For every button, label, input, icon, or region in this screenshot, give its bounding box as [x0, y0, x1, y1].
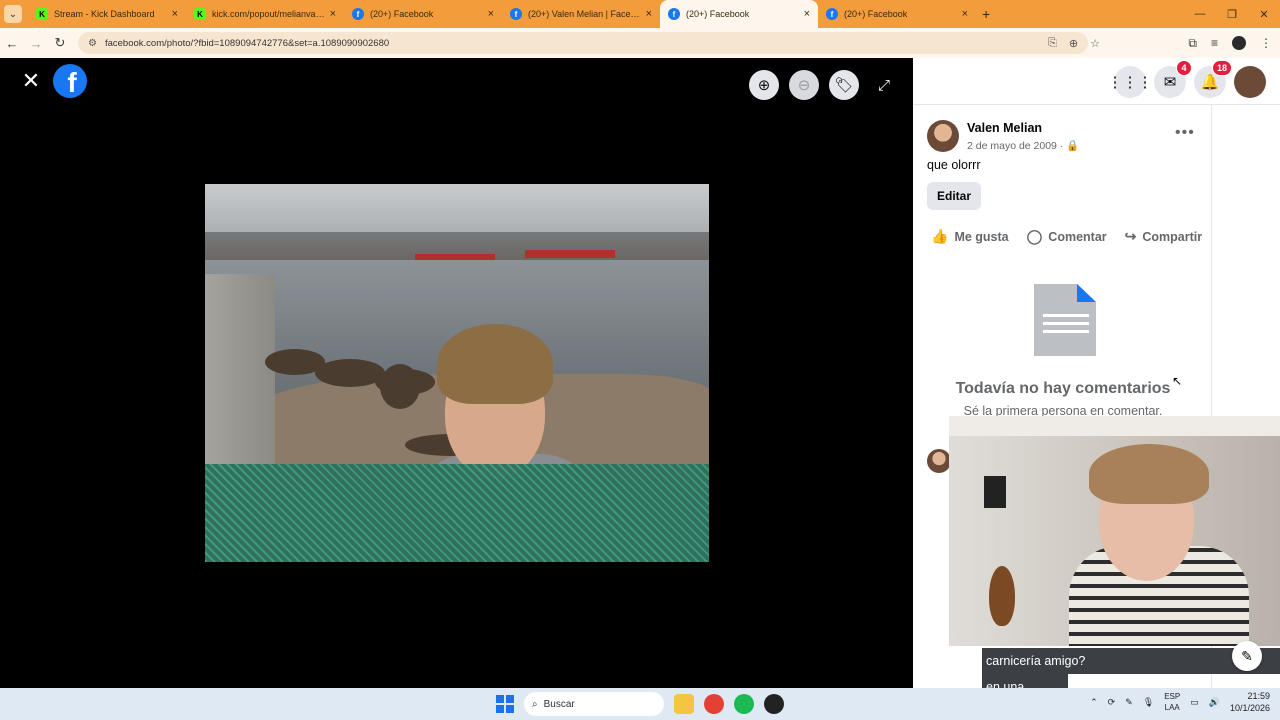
back-icon[interactable]: ←: [0, 36, 24, 51]
browser-tab[interactable]: K kick.com/popout/melianvalen/ ×: [186, 0, 344, 28]
browser-tab[interactable]: f (20+) Valen Melian | Facebook ×: [502, 0, 660, 28]
volume-icon[interactable]: 🔊: [1209, 697, 1220, 708]
tab-close-icon[interactable]: ×: [330, 8, 336, 20]
obs-icon[interactable]: [764, 694, 784, 714]
window-close-icon[interactable]: ✕: [1248, 8, 1280, 21]
like-button[interactable]: 👍 Me gusta: [931, 228, 1009, 245]
new-message-icon[interactable]: ✎: [1232, 641, 1262, 671]
extensions-icon[interactable]: ⧉: [1188, 36, 1197, 51]
tab-close-icon[interactable]: ×: [488, 8, 494, 20]
fullscreen-icon[interactable]: ⤢: [869, 70, 899, 100]
sync-icon[interactable]: ⟳: [1108, 697, 1116, 708]
menu-icon[interactable]: ⋮: [1260, 36, 1272, 50]
tab-title: (20+) Valen Melian | Facebook: [528, 9, 642, 19]
lock-icon: 🔒: [1066, 139, 1080, 152]
reload-icon[interactable]: ↻: [48, 35, 72, 51]
url-text: facebook.com/photo/?fbid=1089094742776&s…: [104, 37, 390, 49]
no-comments-title: Todavía no hay comentarios: [955, 380, 1171, 397]
post-actions: 👍 Me gusta ◯ Comentar ↪ Compartir: [931, 228, 1202, 245]
file-explorer-icon[interactable]: [674, 694, 694, 714]
language-indicator[interactable]: ESP LAA: [1164, 691, 1180, 713]
chevron-up-icon[interactable]: ⌃: [1090, 697, 1098, 708]
close-icon[interactable]: ✕: [20, 70, 42, 92]
post-caption: que olorrr: [927, 158, 981, 172]
browser-tab[interactable]: f (20+) Facebook ×: [344, 0, 502, 28]
taskbar: ⌕ Buscar ⌃ ⟳ ✎ 🎙 ESP LAA ▭ 🔊 21:59 10/1/…: [0, 688, 1280, 720]
url-input[interactable]: ⚙ facebook.com/photo/?fbid=1089094742776…: [78, 32, 1088, 54]
author-name[interactable]: Valen Melian: [967, 121, 1079, 135]
browser-tab[interactable]: K Stream - Kick Dashboard ×: [28, 0, 186, 28]
facebook-icon: f: [826, 8, 838, 20]
facebook-icon: f: [510, 8, 522, 20]
notifications-icon[interactable]: 🔔 18: [1194, 60, 1232, 98]
comment-icon: ◯: [1026, 228, 1043, 244]
share-button[interactable]: ↪ Compartir: [1125, 228, 1202, 245]
commenter-avatar: [927, 449, 951, 473]
author-avatar[interactable]: [927, 120, 959, 152]
webcam-overlay: [949, 416, 1280, 646]
notifications-badge: 18: [1211, 60, 1232, 76]
facebook-logo[interactable]: f: [53, 64, 87, 98]
viewer-toolbar: ⊕ ⊖ 🏷 ⤢: [749, 70, 899, 100]
browser-tab[interactable]: f (20+) Facebook ×: [818, 0, 976, 28]
spotify-icon[interactable]: [734, 694, 754, 714]
post-header: Valen Melian 2 de mayo de 2009 · 🔒: [927, 120, 1079, 152]
tab-title: (20+) Facebook: [370, 9, 434, 19]
tab-search-button[interactable]: ⌄: [4, 5, 22, 23]
address-bar: ← → ↻ ⚙ facebook.com/photo/?fbid=1089094…: [0, 28, 1280, 58]
messenger-icon[interactable]: ✉ 4: [1154, 60, 1192, 98]
zoom-in-icon[interactable]: ⊕: [749, 70, 779, 100]
omnibox-actions: ⎘ ⊕ ☆: [1048, 37, 1100, 50]
kick-icon: K: [36, 8, 48, 20]
chrome-icon[interactable]: [704, 694, 724, 714]
bookmark-star-icon[interactable]: ☆: [1090, 37, 1100, 50]
media-icon[interactable]: ≡: [1211, 36, 1218, 50]
tab-title: Stream - Kick Dashboard: [54, 9, 155, 19]
tab-close-icon[interactable]: ×: [962, 8, 968, 20]
facebook-icon: f: [668, 8, 680, 20]
site-info-icon[interactable]: ⚙: [88, 38, 97, 49]
profile-avatar[interactable]: [1232, 36, 1246, 50]
browser-tab-active[interactable]: f (20+) Facebook ×: [660, 0, 818, 28]
tab-title: kick.com/popout/melianvalen/: [212, 9, 326, 19]
panel-header: ⋮⋮⋮ ✉ 4 🔔 18: [913, 58, 1280, 105]
forward-icon[interactable]: →: [24, 36, 48, 51]
share-icon: ↪: [1124, 228, 1137, 244]
tag-icon[interactable]: 🏷: [829, 70, 859, 100]
menu-grid-icon[interactable]: ⋮⋮⋮: [1108, 66, 1153, 98]
tab-title: (20+) Facebook: [686, 9, 750, 19]
tab-title: (20+) Facebook: [844, 9, 908, 19]
zoom-out-icon[interactable]: ⊖: [789, 70, 819, 100]
new-tab-button[interactable]: +: [982, 6, 990, 22]
zoom-icon[interactable]: ⊕: [1069, 37, 1078, 50]
thumbs-up-icon: 👍: [931, 228, 949, 244]
tab-close-icon[interactable]: ×: [646, 8, 652, 20]
tab-close-icon[interactable]: ×: [804, 8, 810, 20]
maximize-icon[interactable]: ❐: [1216, 8, 1248, 21]
taskbar-search[interactable]: ⌕ Buscar: [524, 692, 664, 716]
browser-tab-bar: ⌄ K Stream - Kick Dashboard × K kick.com…: [0, 0, 1280, 28]
tab-close-icon[interactable]: ×: [172, 8, 178, 20]
photo-viewer: ✕ f ⊕ ⊖ 🏷 ⤢: [0, 58, 913, 688]
edit-button[interactable]: Editar: [927, 182, 981, 210]
browser-toolbar: ⧉ ≡ ⋮: [1188, 36, 1272, 51]
kick-icon: K: [194, 8, 206, 20]
mic-icon[interactable]: 🎙: [1143, 697, 1154, 708]
pen-icon[interactable]: ✎: [1125, 697, 1133, 708]
more-options-icon[interactable]: •••: [1175, 124, 1195, 142]
start-icon[interactable]: [496, 695, 514, 713]
messenger-badge: 4: [1176, 60, 1192, 76]
comment-button[interactable]: ◯ Comentar: [1027, 228, 1107, 245]
post-date[interactable]: 2 de mayo de 2009 · 🔒: [967, 139, 1079, 152]
photo-image: [205, 184, 709, 562]
mouse-cursor-icon: ↖: [1172, 374, 1183, 388]
search-icon: ⌕: [532, 698, 538, 710]
facebook-icon: f: [352, 8, 364, 20]
clock[interactable]: 21:59 10/1/2026: [1230, 690, 1270, 714]
install-icon[interactable]: ⎘: [1048, 37, 1057, 50]
window-controls: — ❐ ✕: [1184, 0, 1280, 28]
minimize-icon[interactable]: —: [1184, 8, 1216, 20]
display-icon[interactable]: ▭: [1190, 697, 1199, 708]
account-avatar[interactable]: [1234, 66, 1266, 98]
